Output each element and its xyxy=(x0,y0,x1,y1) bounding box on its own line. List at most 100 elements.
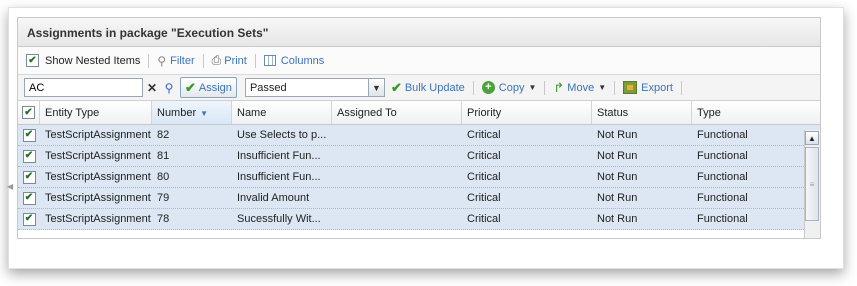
row-checkbox[interactable]: ✔ xyxy=(22,212,36,226)
cell-entity-type: TestScriptAssignment xyxy=(45,192,151,204)
bulk-update-label: Bulk Update xyxy=(404,81,465,94)
scroll-up-icon[interactable]: ▲ xyxy=(805,131,819,145)
filter-icon: ⚲ xyxy=(157,53,167,68)
columns-label: Columns xyxy=(280,54,325,67)
table-row[interactable]: ✔ TestScriptAssignment 80 Insufficient Fun.… xyxy=(18,167,820,188)
cell-entity-type: TestScriptAssignment xyxy=(45,213,151,225)
show-nested-label: Show Nested Items xyxy=(45,54,141,67)
select-all-header: ✔ xyxy=(18,101,40,124)
print-button[interactable]: ⎙ Print xyxy=(212,53,247,68)
cell-type: Functional xyxy=(697,192,748,204)
cell-name: Invalid Amount xyxy=(237,192,310,204)
table-row[interactable]: ✔ TestScriptAssignment 79 Invalid Amount Cri… xyxy=(18,188,820,209)
grid-toolbar: ✔ Show Nested Items ⚲ Filter ⎙ Print Col… xyxy=(18,47,820,75)
column-header-priority[interactable]: Priority xyxy=(462,101,592,124)
cell-priority: Critical xyxy=(467,213,501,225)
cell-entity-type: TestScriptAssignment xyxy=(45,150,151,162)
column-header-assigned-to[interactable]: Assigned To xyxy=(332,101,462,124)
cell-status: Not Run xyxy=(597,213,638,225)
export-button[interactable]: Export xyxy=(623,81,673,94)
show-nested-toggle[interactable]: ✔ Show Nested Items xyxy=(26,54,140,67)
filter-button[interactable]: ⚲ Filter xyxy=(157,54,194,68)
cell-entity-type: TestScriptAssignment xyxy=(45,171,151,183)
table-row[interactable]: ✔ TestScriptAssignment 82 Use Selects to p.… xyxy=(18,125,820,146)
panel-title: Assignments in package "Execution Sets" xyxy=(18,18,820,47)
toolbar-separator xyxy=(544,80,546,95)
scroll-thumb[interactable]: ≡ xyxy=(805,147,819,221)
vertical-scrollbar[interactable]: ▲ ≡ xyxy=(804,130,820,238)
cell-type: Functional xyxy=(697,129,748,141)
cell-type: Functional xyxy=(697,150,748,162)
cell-number: 81 xyxy=(157,150,170,162)
column-header-number[interactable]: Number ▼ xyxy=(152,101,232,124)
filter-label: Filter xyxy=(170,54,195,67)
cell-assigned-to xyxy=(332,209,462,229)
cell-number: 80 xyxy=(157,171,170,183)
column-header-type[interactable]: Type xyxy=(692,101,806,124)
column-header-entity-type[interactable]: Entity Type xyxy=(40,101,152,124)
caret-down-icon: ▼ xyxy=(528,83,537,92)
columns-button[interactable]: Columns xyxy=(263,54,325,67)
cell-assigned-to xyxy=(332,167,462,187)
assign-button[interactable]: ✔ Assign xyxy=(180,77,237,98)
cell-status: Not Run xyxy=(597,129,638,141)
row-checkbox-cell: ✔ xyxy=(18,209,40,229)
row-checkbox[interactable]: ✔ xyxy=(22,149,36,163)
columns-icon xyxy=(263,55,276,66)
select-all-checkbox[interactable]: ✔ xyxy=(22,106,35,119)
cell-name: Sucessfully Wit... xyxy=(237,213,321,225)
sort-desc-icon: ▼ xyxy=(200,109,209,118)
chevron-down-icon[interactable]: ▼ xyxy=(367,79,384,96)
cell-name: Use Selects to p... xyxy=(237,129,327,141)
assignments-panel: Assignments in package "Execution Sets" … xyxy=(17,17,821,239)
caret-down-icon: ▼ xyxy=(598,83,607,92)
bulk-update-button[interactable]: ✔ Bulk Update xyxy=(391,80,465,96)
print-label: Print xyxy=(224,54,247,67)
copy-label: Copy xyxy=(498,81,525,94)
cell-priority: Critical xyxy=(467,129,501,141)
column-header-number-label: Number xyxy=(157,107,197,119)
row-checkbox[interactable]: ✔ xyxy=(22,128,36,142)
row-checkbox[interactable]: ✔ xyxy=(22,191,36,205)
search-icon[interactable]: ⚲ xyxy=(161,79,177,97)
assign-label: Assign xyxy=(198,81,232,94)
toolbar-separator xyxy=(614,80,616,95)
row-checkbox-cell: ✔ xyxy=(18,167,40,187)
check-icon: ✔ xyxy=(390,79,402,95)
row-checkbox[interactable]: ✔ xyxy=(22,170,36,184)
move-button[interactable]: ↱ Move ▼ xyxy=(553,80,606,96)
cell-status: Not Run xyxy=(597,150,638,162)
move-label: Move xyxy=(567,81,595,94)
cell-priority: Critical xyxy=(467,192,501,204)
cell-type: Functional xyxy=(697,171,748,183)
search-input[interactable] xyxy=(24,78,143,97)
toolbar-separator xyxy=(254,53,256,68)
clear-search-icon[interactable]: ✕ xyxy=(144,79,160,97)
cell-name: Insufficient Fun... xyxy=(237,150,321,162)
move-arrow-icon: ↱ xyxy=(553,79,565,95)
collapse-caret-icon[interactable]: ◀ xyxy=(7,182,13,191)
cell-assigned-to xyxy=(332,188,462,208)
printer-icon: ⎙ xyxy=(211,53,222,67)
cell-priority: Critical xyxy=(467,150,501,162)
export-icon xyxy=(623,81,638,94)
row-checkbox-cell: ✔ xyxy=(18,146,40,166)
show-nested-checkbox[interactable]: ✔ xyxy=(26,54,39,67)
row-checkbox-cell: ✔ xyxy=(18,125,40,145)
table-row[interactable]: ✔ TestScriptAssignment 78 Sucessfully Wit..… xyxy=(18,209,820,230)
column-header-name[interactable]: Name xyxy=(232,101,332,124)
action-toolbar: ✕ ⚲ ✔ Assign Passed ▼ ✔ Bulk Update + Co… xyxy=(18,75,820,101)
row-checkbox-cell: ✔ xyxy=(18,188,40,208)
cell-priority: Critical xyxy=(467,171,501,183)
export-label: Export xyxy=(641,81,673,94)
grid-header: ✔ Entity Type Number ▼ Name Assigned To P… xyxy=(18,101,820,125)
column-header-status[interactable]: Status xyxy=(592,101,692,124)
status-select-value: Passed xyxy=(249,81,287,94)
toolbar-separator xyxy=(680,80,682,95)
copy-button[interactable]: + Copy ▼ xyxy=(481,81,537,94)
table-row[interactable]: ✔ TestScriptAssignment 81 Insufficient Fun.… xyxy=(18,146,820,167)
status-select[interactable]: Passed ▼ xyxy=(244,78,385,97)
check-icon: ✔ xyxy=(185,79,196,95)
toolbar-separator xyxy=(148,53,150,68)
cell-number: 78 xyxy=(157,213,170,225)
